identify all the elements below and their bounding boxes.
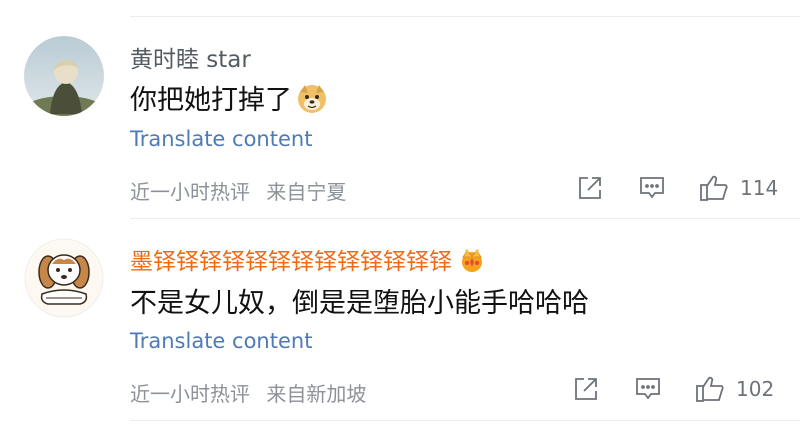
translate-content-link[interactable]: Translate content xyxy=(130,127,312,151)
like-icon[interactable] xyxy=(694,168,734,208)
doge-emoji-icon xyxy=(296,82,328,114)
comment-actions: 102 xyxy=(550,369,800,409)
translate-content-link[interactable]: Translate content xyxy=(130,329,312,353)
share-icon[interactable] xyxy=(566,369,606,409)
comment-text: 不是女儿奴，倒是是堕胎小能手哈哈哈 xyxy=(130,281,589,320)
user-avatar[interactable] xyxy=(24,238,104,318)
comment-location: 来自宁夏 xyxy=(266,180,347,204)
username-vip[interactable]: 墨铎铎铎铎铎铎铎铎铎铎铎铎铎 xyxy=(130,242,486,279)
comment-text-body: 不是女儿奴，倒是是堕胎小能手哈哈哈 xyxy=(130,288,589,319)
comment-divider xyxy=(130,218,800,219)
comment-meta: 近一小时热评 来自新加坡 xyxy=(130,378,366,407)
comment-time: 近一小时热评 xyxy=(130,180,250,204)
like-icon[interactable] xyxy=(690,369,730,409)
comment-text-body: 你把她打掉了 xyxy=(130,85,292,116)
user-avatar[interactable] xyxy=(24,36,104,116)
crown-badge-icon xyxy=(458,247,486,279)
reply-icon[interactable] xyxy=(632,168,672,208)
bottom-divider xyxy=(130,420,800,421)
share-icon[interactable] xyxy=(570,168,610,208)
like-count: 102 xyxy=(736,377,775,401)
reply-icon[interactable] xyxy=(628,369,668,409)
username-text: 墨铎铎铎铎铎铎铎铎铎铎铎铎铎 xyxy=(130,249,452,275)
comment-actions: 114 xyxy=(550,168,800,208)
top-divider xyxy=(130,16,800,17)
comment-meta: 近一小时热评 来自宁夏 xyxy=(130,176,346,205)
like-count: 114 xyxy=(740,176,779,200)
comment-time: 近一小时热评 xyxy=(130,382,250,406)
username[interactable]: 黄时睦 star xyxy=(130,40,251,74)
comment-text: 你把她打掉了 xyxy=(130,78,328,117)
comment-location: 来自新加坡 xyxy=(266,382,367,406)
